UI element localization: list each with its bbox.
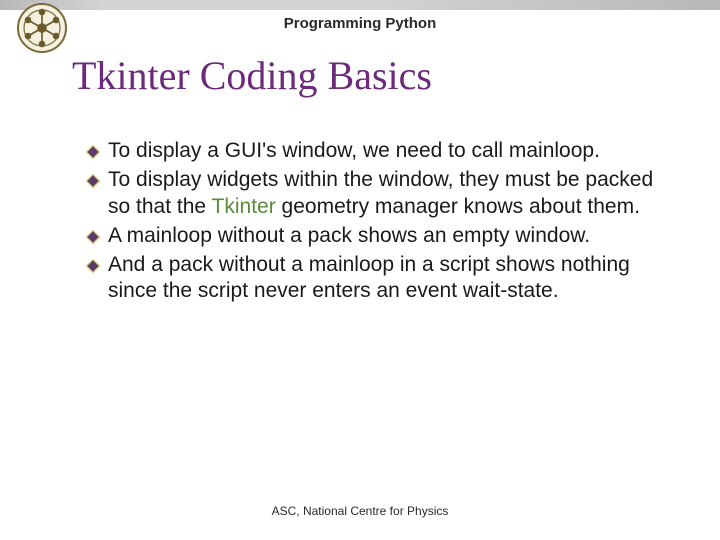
bullet-text: A mainloop without a pack shows an empty… [108,223,590,250]
bullet-text: To display a GUI's window, we need to ca… [108,138,600,165]
bullet-text: And a pack without a mainloop in a scrip… [108,252,670,306]
slide-title: Tkinter Coding Basics [72,52,432,99]
diamond-bullet-icon [86,145,100,159]
list-item: To display widgets within the window, th… [86,167,670,221]
diamond-bullet-icon [86,230,100,244]
bullet-text: To display widgets within the window, th… [108,167,670,221]
bullet-list: To display a GUI's window, we need to ca… [86,138,670,307]
list-item: A mainloop without a pack shows an empty… [86,223,670,250]
list-item: And a pack without a mainloop in a scrip… [86,252,670,306]
diamond-bullet-icon [86,259,100,273]
list-item: To display a GUI's window, we need to ca… [86,138,670,165]
footer-text: ASC, National Centre for Physics [0,504,720,518]
course-title: Programming Python [0,15,720,32]
diamond-bullet-icon [86,174,100,188]
top-accent-bar [0,0,720,10]
